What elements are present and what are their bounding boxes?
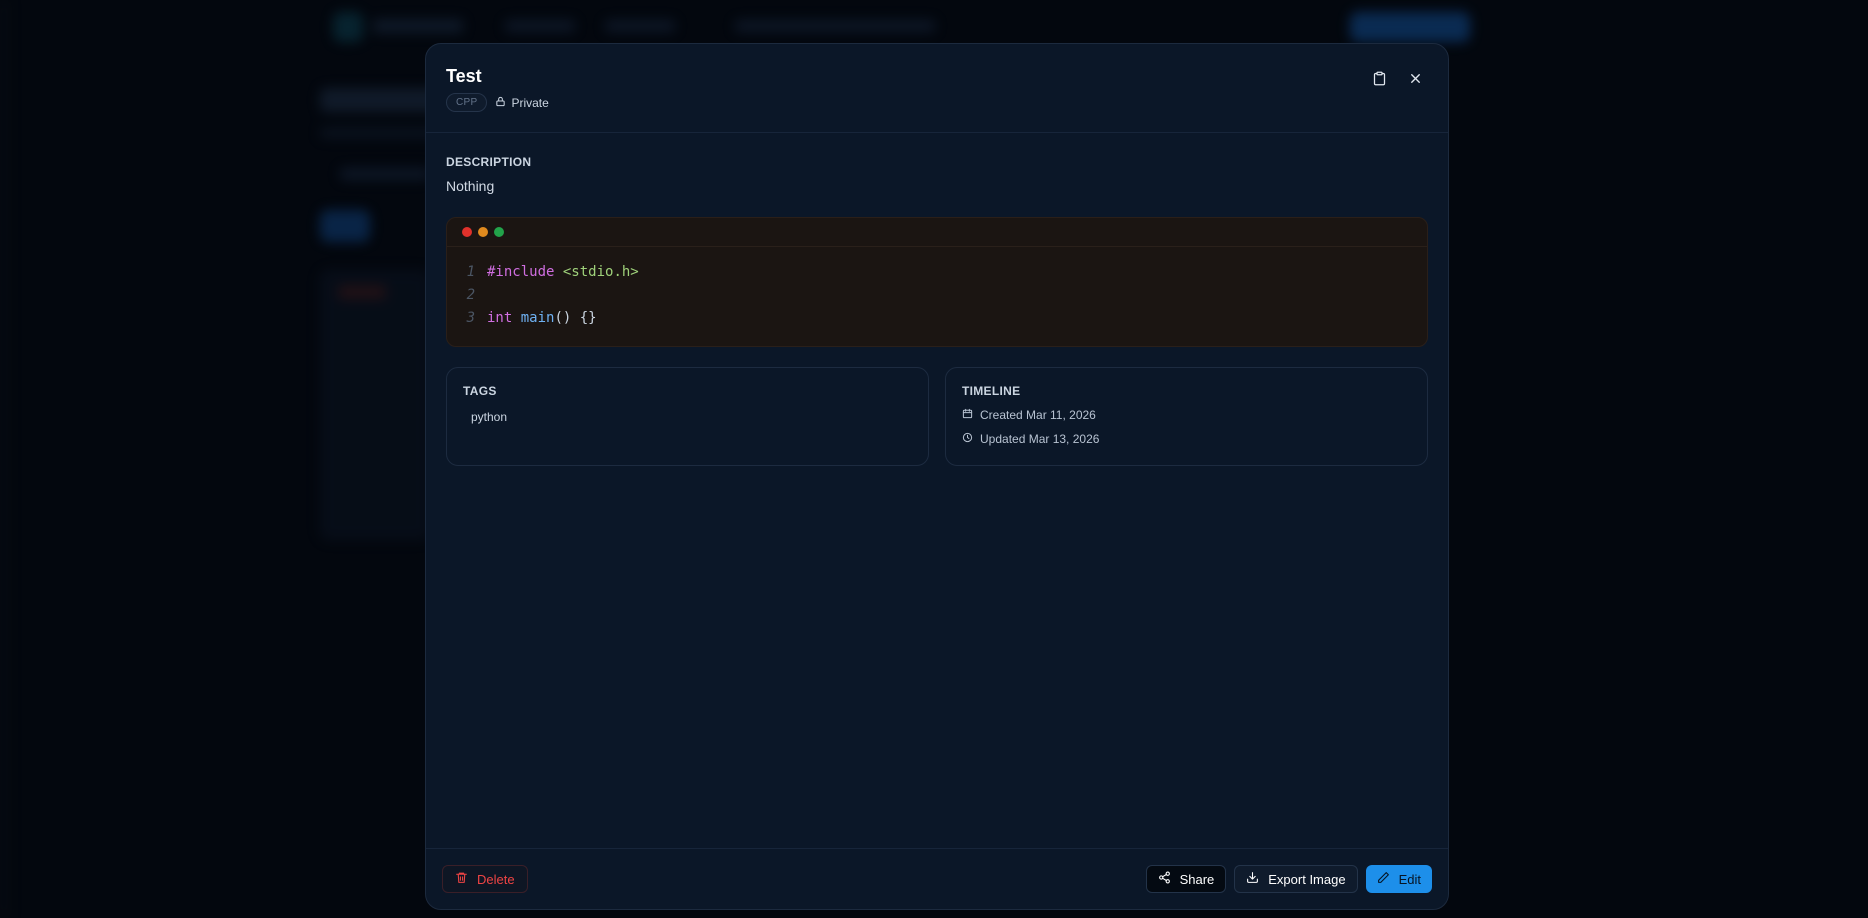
clipboard-icon (1372, 71, 1387, 91)
modal-meta: CPP Private (446, 93, 1428, 112)
code-token: #include (487, 263, 555, 280)
share-label: Share (1179, 871, 1215, 887)
code-window-bar (447, 218, 1427, 247)
background-cta (1350, 12, 1470, 42)
line-number: 3 (466, 309, 475, 326)
window-dot-green (494, 227, 504, 237)
close-icon (1408, 71, 1423, 91)
tags-list: python (463, 398, 912, 426)
background-sidebar-edge (0, 0, 8, 918)
line-number: 1 (466, 263, 475, 280)
background-topbar (315, 6, 1565, 48)
info-row: TAGS python TIMELINE Created Mar 11, 202… (446, 367, 1428, 466)
tags-card: TAGS python (446, 367, 929, 466)
background-pill (320, 210, 370, 242)
description-text: Nothing (446, 178, 495, 194)
tag-chip: python (471, 410, 508, 424)
description-label: DESCRIPTION (446, 155, 532, 169)
visibility-label: Private (511, 95, 549, 110)
code-line: 1 #include <stdio.h> (447, 260, 1427, 283)
background-nav-item (735, 20, 935, 32)
code-lines: 1 #include <stdio.h> 2 3 int main() {} (447, 247, 1427, 329)
download-icon (1246, 871, 1259, 887)
code-token: <stdio.h> (562, 263, 639, 280)
snippet-modal: Test CPP Private DESCRIPTION Nothing 1 #… (425, 43, 1449, 910)
modal-footer: Delete Share Export Image Edit (426, 848, 1448, 909)
header-actions (1370, 71, 1424, 91)
background-line (340, 168, 430, 180)
code-block: 1 #include <stdio.h> 2 3 int main() {} (446, 217, 1428, 347)
code-line: 2 (447, 283, 1427, 306)
export-image-button[interactable]: Export Image (1234, 865, 1358, 893)
window-dot-red (462, 227, 472, 237)
calendar-icon (962, 408, 973, 422)
timeline-list: Created Mar 11, 2026 Updated Mar 13, 202… (962, 408, 1411, 446)
created-date: Created Mar 11, 2026 (980, 408, 1096, 422)
code-text: int main() {} (487, 310, 597, 326)
background-card (320, 270, 430, 540)
background-brand (373, 19, 463, 33)
copy-button[interactable] (1370, 71, 1388, 91)
modal-title: Test (446, 66, 482, 86)
share-button[interactable]: Share (1145, 865, 1227, 893)
edit-label: Edit (1398, 871, 1421, 887)
background-logo (333, 12, 363, 42)
clock-icon (962, 432, 973, 446)
share-icon (1158, 871, 1171, 887)
window-dot-orange (478, 227, 488, 237)
close-button[interactable] (1406, 72, 1424, 90)
line-number: 2 (466, 286, 475, 303)
edit-button[interactable]: Edit (1365, 865, 1432, 893)
delete-button[interactable]: Delete (442, 865, 528, 893)
code-token: main (520, 309, 555, 326)
modal-header: Test CPP Private (426, 44, 1448, 133)
modal-body: DESCRIPTION Nothing 1 #include <stdio.h> 2… (426, 155, 1448, 466)
footer-actions: Share Export Image Edit (1145, 865, 1432, 893)
pencil-icon (1377, 871, 1390, 887)
code-line: 3 int main() {} (447, 306, 1427, 329)
visibility-indicator: Private (495, 95, 549, 110)
timeline-updated: Updated Mar 13, 2026 (962, 432, 1411, 446)
language-badge: CPP (446, 93, 488, 112)
tags-label: TAGS (463, 384, 497, 398)
export-label: Export Image (1268, 871, 1346, 887)
updated-date: Updated Mar 13, 2026 (980, 432, 1100, 446)
delete-label: Delete (477, 871, 515, 887)
timeline-card: TIMELINE Created Mar 11, 2026 Updated Ma… (945, 367, 1428, 466)
code-text: #include <stdio.h> (487, 264, 639, 280)
background-card-label (338, 285, 386, 299)
timeline-label: TIMELINE (962, 384, 1021, 398)
code-token: int (487, 309, 513, 326)
lock-icon (495, 96, 506, 110)
code-token: () {} (554, 309, 597, 326)
background-nav-item (505, 20, 575, 32)
background-nav-item (605, 20, 675, 32)
timeline-created: Created Mar 11, 2026 (962, 408, 1411, 422)
trash-icon (455, 871, 468, 887)
background-heading (320, 88, 440, 112)
